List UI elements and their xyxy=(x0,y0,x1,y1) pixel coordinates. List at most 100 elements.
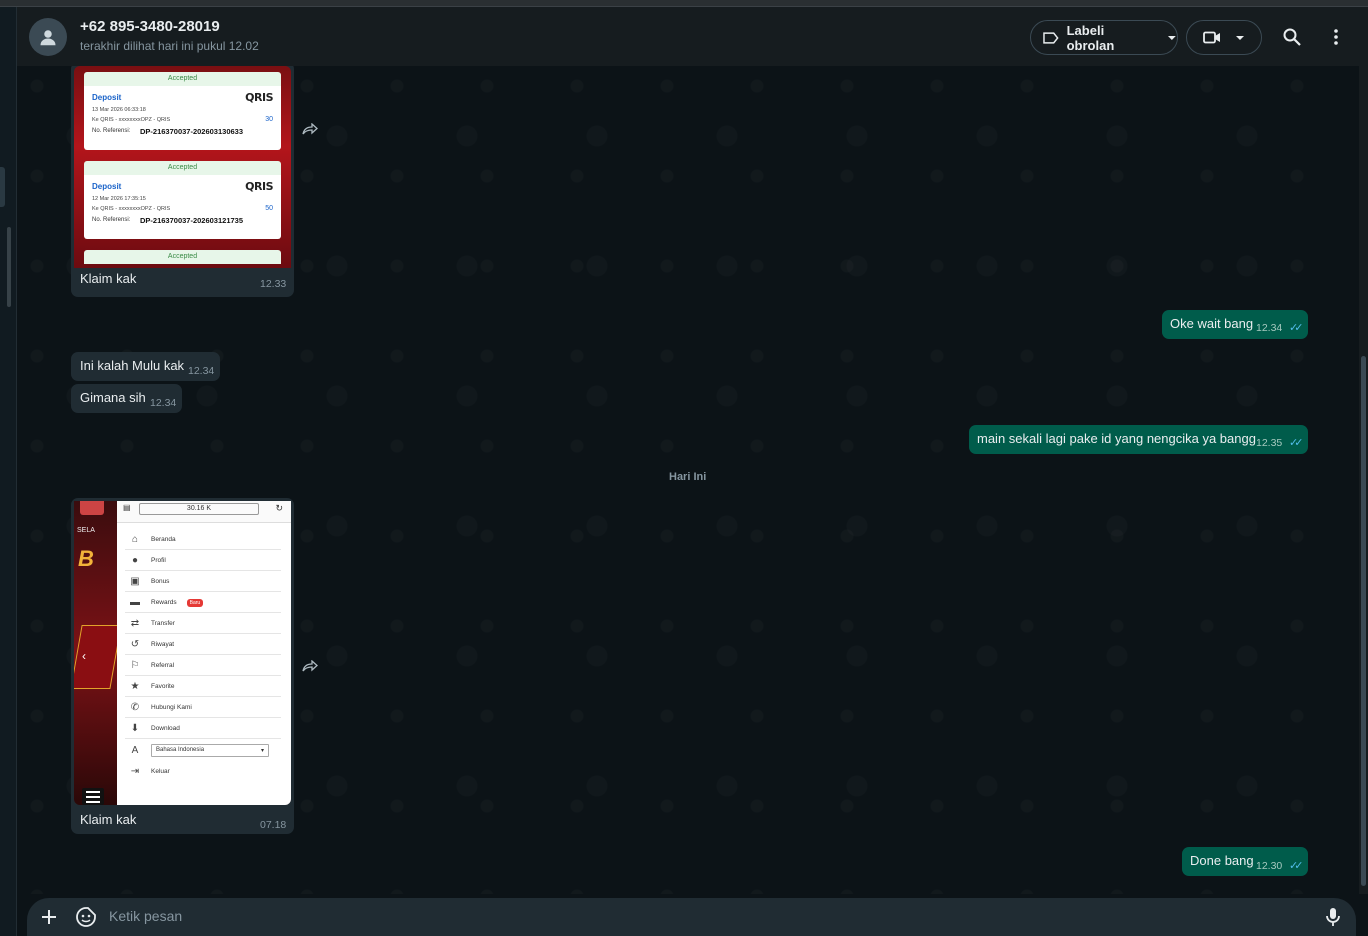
receipt-type: Deposit xyxy=(92,93,122,102)
history-icon: ↺ xyxy=(130,639,140,650)
chat-scrollbar[interactable] xyxy=(1359,66,1368,894)
receipt-image[interactable]: Accepted Deposit QRIS 13 Mar 2026 06:33:… xyxy=(74,66,291,268)
reference-label: No. Referensi: xyxy=(92,128,131,134)
last-seen-status: terakhir dilihat hari ini pukul 12.02 xyxy=(80,39,259,53)
message-time: 12.30 xyxy=(1256,860,1283,872)
message-input[interactable]: Ketik pesan xyxy=(109,908,182,924)
rewards-icon: ▬ xyxy=(130,597,140,608)
incoming-message-bubble[interactable]: Ini kalah Mulu kak 12.34 xyxy=(71,352,220,381)
language-select[interactable]: Bahasa Indonesia ▾ xyxy=(151,743,269,757)
message-text: Gimana sih xyxy=(80,390,146,405)
menu-label: Profil xyxy=(151,557,166,564)
message-time: 12.34 xyxy=(1256,322,1283,334)
search-icon xyxy=(1283,28,1301,46)
image-message-bubble[interactable]: Accepted Deposit QRIS 13 Mar 2026 06:33:… xyxy=(71,66,294,297)
language-value: Bahasa Indonesia xyxy=(156,747,205,753)
chevron-down-icon xyxy=(1168,35,1177,40)
label-chat-text: Labeli obrolan xyxy=(1066,22,1115,53)
message-time: 12.34 xyxy=(150,397,177,409)
image-message-bubble[interactable]: SELA B ‹ ▤ 30.16 K ↻ ⌂ Beranda ● Profil ▣ B… xyxy=(71,498,294,834)
menu-label: Rewards xyxy=(151,599,177,606)
message-time: 12.33 xyxy=(260,278,287,290)
message-composer: Ketik pesan xyxy=(27,898,1356,936)
user-icon: ● xyxy=(131,555,139,566)
plus-icon xyxy=(42,910,56,924)
reference-number: DP-216370037-202603121735 xyxy=(140,216,244,225)
menu-item-profil[interactable]: ● Profil xyxy=(125,551,281,571)
outgoing-message-bubble[interactable]: Done bang 12.30 ✓✓ xyxy=(1182,847,1308,876)
forward-button[interactable] xyxy=(299,655,321,677)
menu-item-transfer[interactable]: ⇄ Transfer xyxy=(125,614,281,634)
menu-item-keluar[interactable]: ⇥ Keluar xyxy=(125,761,281,781)
contact-name[interactable]: +62 895-3480-28019 xyxy=(80,18,220,35)
menu-screenshot-image[interactable]: SELA B ‹ ▤ 30.16 K ↻ ⌂ Beranda ● Profil ▣ B… xyxy=(74,501,291,805)
search-button[interactable] xyxy=(1280,25,1304,49)
receipt-card: Deposit QRIS 12 Mar 2026 17:35:15 Ke QRI… xyxy=(84,175,281,239)
chevron-down-icon xyxy=(1236,35,1244,40)
phone-icon: ✆ xyxy=(130,702,140,713)
more-options-button[interactable] xyxy=(1324,25,1348,49)
translate-icon: A xyxy=(131,744,139,756)
menu-label: Transfer xyxy=(151,620,175,627)
message-text: Ini kalah Mulu kak xyxy=(80,358,185,373)
receipt-type: Deposit xyxy=(92,182,122,191)
incoming-message-bubble[interactable]: Gimana sih 12.34 xyxy=(71,384,182,413)
download-icon: ⬇ xyxy=(130,723,140,734)
menu-item-referral[interactable]: ⚐ Referral xyxy=(125,656,281,676)
chat-scrollbar-thumb[interactable] xyxy=(1361,356,1366,886)
refresh-icon[interactable]: ↻ xyxy=(275,503,283,514)
menu-label: Download xyxy=(151,725,180,732)
side-menu: ⌂ Beranda ● Profil ▣ Bonus ▬ Rewards Baru ⇄ Tr… xyxy=(117,523,291,805)
message-text: Oke wait bang xyxy=(1170,316,1254,331)
menu-item-language[interactable]: A Bahasa Indonesia ▾ xyxy=(125,740,281,760)
composer-area: Ketik pesan xyxy=(17,894,1368,936)
label-chat-button[interactable]: Labeli obrolan xyxy=(1030,20,1178,55)
balance-bar: ▤ 30.16 K ↻ xyxy=(117,501,291,523)
new-badge: Baru xyxy=(186,598,204,607)
menu-item-bonus[interactable]: ▣ Bonus xyxy=(125,572,281,592)
panel-resize-handle[interactable] xyxy=(0,167,5,207)
receipt-destination: Ke QRIS - xxxxxxxxOPZ - QRIS xyxy=(92,117,171,123)
menu-item-favorite[interactable]: ★ Favorite xyxy=(125,677,281,697)
avatar[interactable] xyxy=(29,18,67,56)
forward-button[interactable] xyxy=(299,118,321,140)
message-list[interactable]: Accepted Deposit QRIS 13 Mar 2026 06:33:… xyxy=(17,66,1359,894)
hamburger-menu-icon[interactable] xyxy=(82,788,104,805)
accepted-label: Accepted xyxy=(84,250,281,264)
more-options-icon xyxy=(1334,29,1338,45)
message-time: 12.34 xyxy=(188,365,215,377)
transfer-icon: ⇄ xyxy=(130,618,140,629)
chevron-left-icon[interactable]: ‹ xyxy=(82,649,86,663)
menu-item-beranda[interactable]: ⌂ Beranda xyxy=(125,530,281,550)
gift-icon: ▣ xyxy=(130,576,140,587)
menu-label: Hubungi Kami xyxy=(151,704,192,711)
sticker-icon xyxy=(76,907,96,927)
menu-label: Riwayat xyxy=(151,641,175,648)
dropdown-arrow-icon: ▾ xyxy=(260,747,264,754)
qris-logo: QRIS xyxy=(245,180,273,193)
menu-label: Bonus xyxy=(151,578,170,585)
menu-item-download[interactable]: ⬇ Download xyxy=(125,719,281,739)
receipt-amount: 50 xyxy=(265,205,273,212)
menu-item-riwayat[interactable]: ↺ Riwayat xyxy=(125,635,281,655)
left-scrollbar-thumb[interactable] xyxy=(7,227,11,307)
forward-icon xyxy=(302,660,318,672)
outgoing-message-bubble[interactable]: Oke wait bang 12.34 ✓✓ xyxy=(1162,310,1308,339)
attach-button[interactable] xyxy=(39,907,59,927)
microphone-icon xyxy=(1326,908,1340,926)
message-text: main sekali lagi pake id yang nengcika y… xyxy=(977,431,1256,446)
sticker-button[interactable] xyxy=(75,906,97,928)
outgoing-message-bubble[interactable]: main sekali lagi pake id yang nengcika y… xyxy=(969,425,1308,454)
message-text: Done bang xyxy=(1190,853,1254,868)
home-icon: ⌂ xyxy=(131,534,139,545)
video-icon xyxy=(1203,31,1220,44)
menu-label: Favorite xyxy=(151,683,175,690)
message-caption: Klaim kak xyxy=(80,271,137,286)
left-panel-edge xyxy=(0,7,17,936)
voice-message-button[interactable] xyxy=(1323,907,1343,927)
default-avatar-icon xyxy=(40,30,56,46)
video-call-button[interactable] xyxy=(1186,20,1262,55)
menu-item-rewards[interactable]: ▬ Rewards Baru xyxy=(125,593,281,613)
star-icon: ★ xyxy=(130,681,140,692)
menu-item-hubungi-kami[interactable]: ✆ Hubungi Kami xyxy=(125,698,281,718)
